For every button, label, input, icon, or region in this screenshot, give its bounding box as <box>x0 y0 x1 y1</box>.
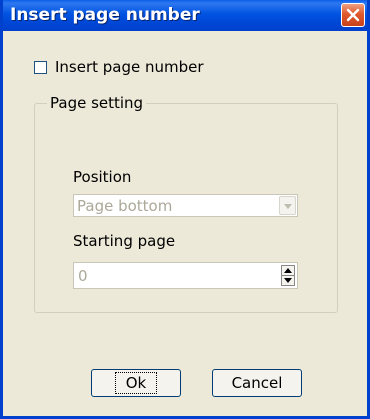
position-value: Page bottom <box>77 197 173 215</box>
cancel-button[interactable]: Cancel <box>212 369 302 397</box>
position-label: Position <box>73 168 132 186</box>
ok-button[interactable]: Ok <box>91 369 181 397</box>
starting-page-spinner[interactable]: 0 <box>73 262 298 289</box>
cancel-label: Cancel <box>231 374 283 392</box>
spin-up-icon <box>284 268 292 273</box>
spin-down-icon <box>284 278 292 283</box>
starting-page-label: Starting page <box>73 232 176 250</box>
insert-page-number-option[interactable]: Insert page number <box>34 58 204 76</box>
spin-down-button[interactable] <box>282 276 294 285</box>
position-select[interactable]: Page bottom <box>73 194 298 217</box>
dialog-window: Insert page number Insert page number Pa… <box>0 0 370 419</box>
window-border-left <box>0 0 3 419</box>
starting-page-value: 0 <box>78 267 88 285</box>
title-bar[interactable]: Insert page number <box>0 0 370 31</box>
close-button[interactable] <box>341 3 365 27</box>
insert-page-number-label[interactable]: Insert page number <box>55 58 204 76</box>
ok-label: Ok <box>114 372 158 394</box>
chevron-down-icon <box>284 204 292 209</box>
window-title: Insert page number <box>10 5 200 25</box>
spin-buttons <box>281 265 295 286</box>
position-dropdown-button[interactable] <box>279 196 296 215</box>
close-icon <box>346 8 360 22</box>
page-setting-legend: Page setting <box>47 94 147 112</box>
insert-page-number-checkbox[interactable] <box>34 60 47 74</box>
spin-up-button[interactable] <box>282 266 294 276</box>
